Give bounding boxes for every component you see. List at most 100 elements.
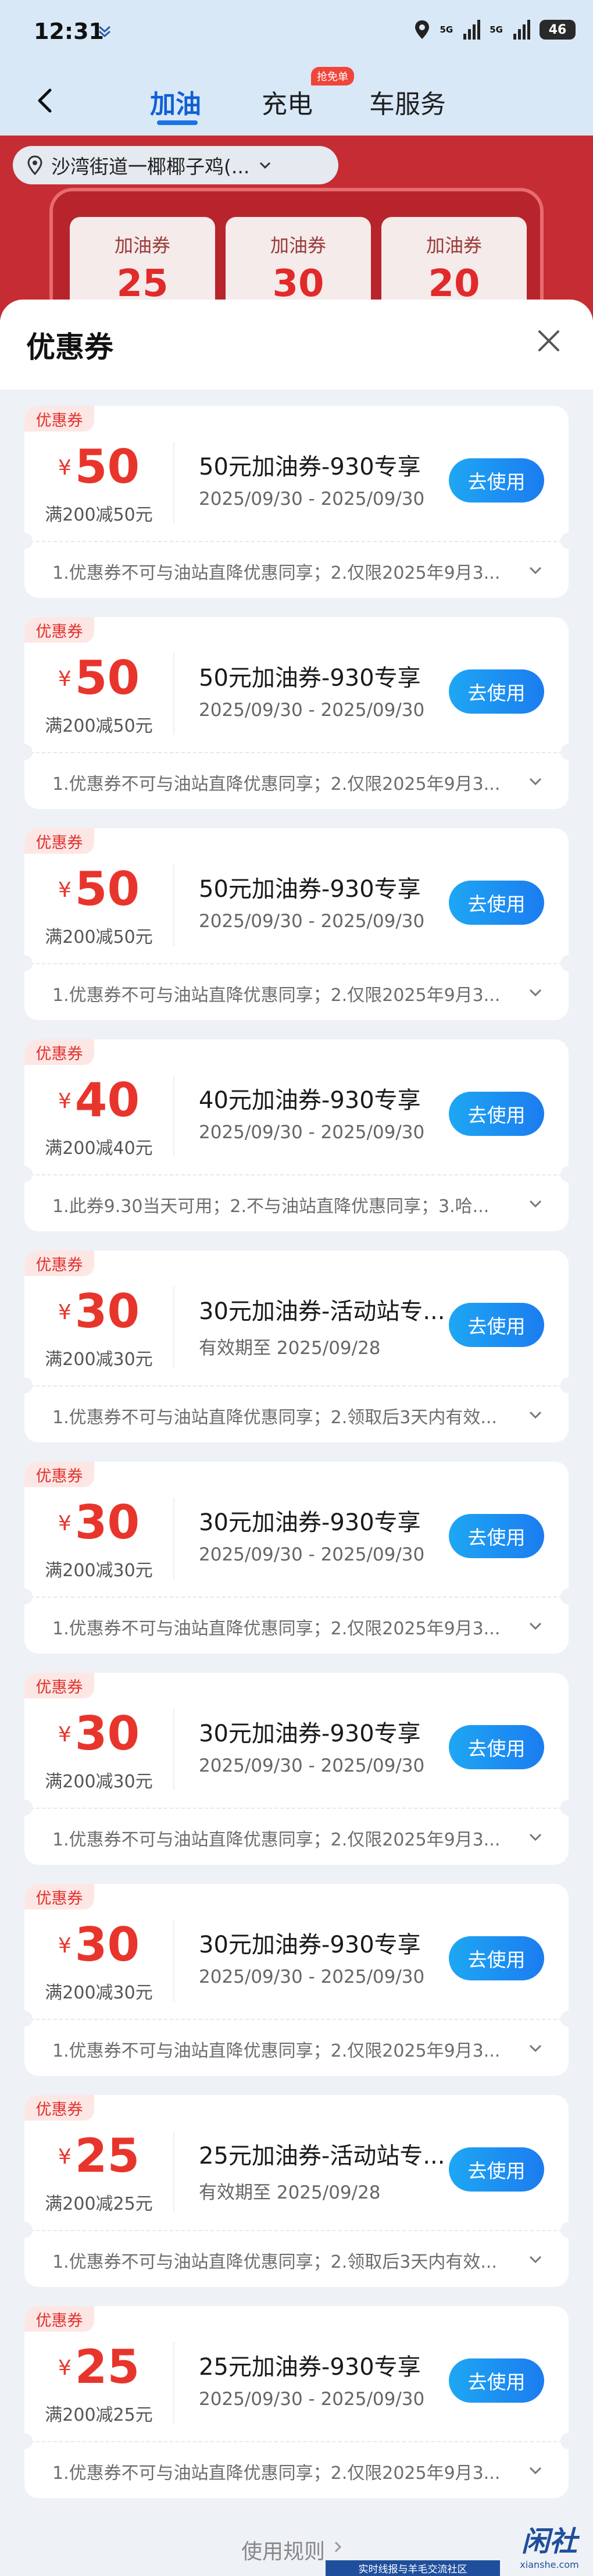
coupon-notch — [24, 2222, 33, 2238]
coupon-rules[interactable]: 1.优惠券不可与油站直降优惠同享；2.领取后3天内有效... — [52, 1403, 517, 1428]
coupon-divider — [173, 1920, 174, 2001]
battery-icon: 46 — [540, 20, 576, 40]
coupon-validity: 有效期至 2025/09/28 — [199, 1338, 381, 1359]
back-icon[interactable] — [30, 84, 63, 117]
use-coupon-button[interactable]: 去使用 — [449, 1725, 544, 1769]
coupon-amount: ¥40 — [24, 1073, 173, 1127]
coupon-validity: 2025/09/30 - 2025/09/30 — [199, 2389, 425, 2410]
coupon-tag: 优惠券 — [24, 2095, 94, 2121]
coupon-rules[interactable]: 1.优惠券不可与油站直降优惠同享；2.仅限2025年9月3... — [52, 2036, 517, 2062]
tab-car-service[interactable]: 车服务 — [369, 83, 446, 120]
use-coupon-button[interactable]: 去使用 — [449, 2358, 544, 2403]
coupon-rules[interactable]: 1.优惠券不可与油站直降优惠同享；2.仅限2025年9月3... — [52, 2459, 517, 2484]
tab-active-indicator — [157, 120, 198, 125]
coupon-notch — [24, 744, 33, 760]
use-coupon-button[interactable]: 去使用 — [449, 881, 544, 925]
hero-coupon-value: 25 — [116, 262, 169, 305]
coupon-validity: 有效期至 2025/09/28 — [199, 2182, 381, 2203]
coupon-amount-value: 25 — [74, 2340, 140, 2394]
chevron-down-icon[interactable] — [526, 2250, 545, 2269]
location-selector[interactable]: 沙湾街道一椰椰子鸡(... — [13, 146, 338, 184]
currency-symbol: ¥ — [58, 878, 72, 902]
coupon-notch — [560, 1800, 569, 1816]
coupon-amount: ¥30 — [24, 1284, 173, 1338]
coupon-tag: 优惠券 — [24, 1462, 94, 1487]
coupon-card: 优惠券 ¥30 满200减30元 30元加油券-活动站专... 有效期至 2025/09… — [24, 1250, 569, 1442]
coupon-divider — [173, 1709, 174, 1790]
coupon-notch — [560, 2222, 569, 2238]
chevron-down-icon[interactable] — [526, 1827, 545, 1847]
chevron-down-icon[interactable] — [526, 772, 545, 792]
coupon-title: 40元加油券-930专享 — [199, 1087, 421, 1114]
tab-refuel[interactable]: 加油 — [150, 83, 201, 120]
hero-coupon-label: 加油券 — [270, 234, 326, 256]
coupon-rules[interactable]: 1.优惠券不可与油站直降优惠同享；2.仅限2025年9月3... — [52, 1825, 517, 1851]
coupon-notch — [24, 2433, 33, 2449]
coupon-divider — [173, 1498, 174, 1579]
status-icons: 5G 5G 46 — [413, 19, 576, 40]
coupon-dashed-divider — [24, 963, 569, 964]
coupon-divider — [173, 442, 174, 523]
watermark-bar: 实时线报与羊毛交流社区 — [326, 2560, 500, 2576]
coupon-tag: 优惠券 — [24, 2306, 94, 2332]
hero-coupon-value: 30 — [272, 262, 324, 305]
coupon-notch — [24, 1800, 33, 1816]
coupon-condition: 满200减25元 — [45, 2194, 153, 2214]
coupon-title: 50元加油券-930专享 — [199, 665, 421, 692]
coupon-divider — [173, 2131, 174, 2212]
chevron-down-icon[interactable] — [526, 1616, 545, 1636]
coupon-rules[interactable]: 1.优惠券不可与油站直降优惠同享；2.仅限2025年9月3... — [52, 769, 517, 795]
coupon-card: 优惠券 ¥30 满200减30元 30元加油券-930专享 2025/09/30 - 2… — [24, 1462, 569, 1654]
coupon-notch — [24, 2011, 33, 2027]
coupon-tag: 优惠券 — [24, 406, 94, 432]
coupon-condition: 满200减30元 — [45, 1560, 153, 1581]
signal-5g-label: 5G — [440, 24, 453, 35]
currency-symbol: ¥ — [58, 1301, 72, 1324]
free-order-badge: 抢免单 — [311, 67, 354, 85]
coupon-divider — [173, 653, 174, 735]
coupon-condition: 满200减40元 — [45, 1138, 153, 1159]
coupon-tag: 优惠券 — [24, 1250, 94, 1276]
coupon-amount-value: 30 — [74, 1495, 140, 1549]
use-coupon-button[interactable]: 去使用 — [449, 2147, 544, 2192]
coupon-amount: ¥30 — [24, 1495, 173, 1549]
close-icon[interactable] — [534, 326, 564, 356]
use-coupon-button[interactable]: 去使用 — [449, 669, 544, 714]
coupon-rules[interactable]: 1.优惠券不可与油站直降优惠同享；2.仅限2025年9月3... — [52, 1614, 517, 1640]
coupon-rules[interactable]: 1.优惠券不可与油站直降优惠同享；2.仅限2025年9月3... — [52, 981, 517, 1006]
use-coupon-button[interactable]: 去使用 — [449, 1303, 544, 1347]
coupon-condition: 满200减50元 — [45, 716, 153, 736]
coupon-tag: 优惠券 — [24, 1884, 94, 1909]
tab-charging[interactable]: 充电 — [262, 83, 313, 120]
coupon-rules[interactable]: 1.优惠券不可与油站直降优惠同享；2.仅限2025年9月3... — [52, 558, 517, 584]
hero-coupon-label: 加油券 — [426, 234, 482, 256]
chevron-down-icon[interactable] — [526, 561, 545, 580]
coupon-title: 30元加油券-930专享 — [199, 1932, 421, 1958]
chevron-down-icon[interactable] — [526, 2039, 545, 2058]
coupon-dashed-divider — [24, 752, 569, 753]
chevron-down-icon[interactable] — [526, 2461, 545, 2481]
use-coupon-button[interactable]: 去使用 — [449, 1092, 544, 1136]
coupon-rules[interactable]: 1.此券9.30当天可用；2.不与油站直降优惠同享；3.哈... — [52, 1192, 517, 1217]
usage-rules-link[interactable]: 使用规则 — [241, 2535, 325, 2565]
coupon-dashed-divider — [24, 1597, 569, 1598]
watermark-site: xianshe.com — [520, 2559, 579, 2570]
chevron-down-icon[interactable] — [526, 983, 545, 1003]
hero-coupon-label: 加油券 — [114, 234, 170, 256]
coupon-card: 优惠券 ¥50 满200减50元 50元加油券-930专享 2025/09/30 - 2… — [24, 617, 569, 809]
use-coupon-button[interactable]: 去使用 — [449, 1936, 544, 1980]
location-text: 沙湾街道一椰椰子鸡(... — [51, 155, 250, 178]
coupon-title: 50元加油券-930专享 — [199, 876, 421, 903]
coupon-condition: 满200减30元 — [45, 1772, 153, 1792]
coupon-validity: 2025/09/30 - 2025/09/30 — [199, 489, 425, 510]
coupon-rules[interactable]: 1.优惠券不可与油站直降优惠同享；2.领取后3天内有效... — [52, 2247, 517, 2273]
coupon-amount-value: 30 — [74, 1918, 140, 1972]
chevron-down-icon[interactable] — [526, 1194, 545, 1214]
coupon-divider — [173, 864, 174, 946]
coupon-dashed-divider — [24, 2441, 569, 2442]
use-coupon-button[interactable]: 去使用 — [449, 458, 544, 503]
chevron-down-icon[interactable] — [526, 1405, 545, 1425]
coupon-amount: ¥50 — [24, 862, 173, 916]
coupon-card: 优惠券 ¥30 满200减30元 30元加油券-930专享 2025/09/30 - 2… — [24, 1673, 569, 1865]
use-coupon-button[interactable]: 去使用 — [449, 1514, 544, 1558]
